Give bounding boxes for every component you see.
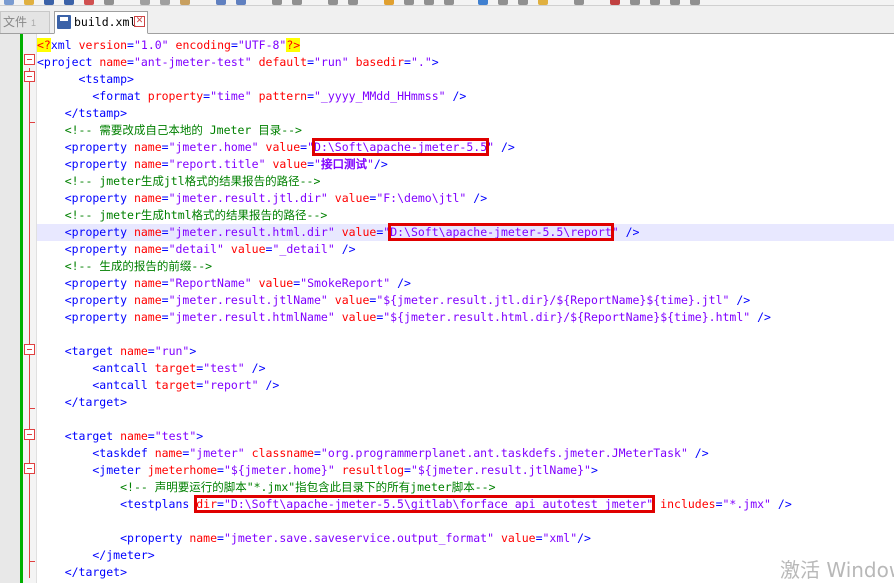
code-line[interactable]: <antcall target="test" />: [37, 360, 894, 377]
fold-toggle-icon[interactable]: [24, 429, 35, 440]
code-line[interactable]: <tstamp>: [37, 71, 894, 88]
code-line[interactable]: <taskdef name="jmeter" classname="org.pr…: [37, 445, 894, 462]
code-line[interactable]: <format property="time" pattern="_yyyy_M…: [37, 88, 894, 105]
indent-guide-icon[interactable]: [444, 0, 454, 5]
find-icon[interactable]: [272, 0, 282, 5]
code-line[interactable]: <property name="detail" value="_detail" …: [37, 241, 894, 258]
fold-toggle-icon[interactable]: [24, 71, 35, 82]
redo-icon[interactable]: [236, 0, 246, 5]
language-icon[interactable]: [478, 0, 488, 5]
play-macro-icon[interactable]: [650, 0, 660, 5]
code-line[interactable]: <jmeter jmeterhome="${jmeter.home}" resu…: [37, 462, 894, 479]
tab-file-label: 文件: [3, 15, 28, 29]
code-line[interactable]: <property name="jmeter.save.saveservice.…: [37, 530, 894, 547]
code-line[interactable]: <property name="report.title" value="接口测…: [37, 156, 894, 173]
fold-margin[interactable]: [23, 34, 37, 583]
code-line[interactable]: [37, 513, 894, 530]
undo-icon[interactable]: [216, 0, 226, 5]
close-file-icon[interactable]: [84, 0, 94, 5]
zoom-out-icon[interactable]: [348, 0, 358, 5]
stop-macro-icon[interactable]: [630, 0, 640, 5]
record-macro-icon[interactable]: [610, 0, 620, 5]
doc-map-icon[interactable]: [498, 0, 508, 5]
fold-toggle-icon[interactable]: [24, 344, 35, 355]
close-tab-icon[interactable]: ✕: [134, 16, 145, 27]
code-line[interactable]: <!-- jmeter生成jtl格式的结果报告的路径-->: [37, 173, 894, 190]
activate-windows-watermark: 激活 Windows: [780, 558, 894, 582]
file-saved-icon: [57, 15, 71, 29]
run-macro-multiple-icon[interactable]: [670, 0, 680, 5]
code-line[interactable]: <property name="jmeter.result.jtlName" v…: [37, 292, 894, 309]
code-line[interactable]: </target>: [37, 564, 894, 581]
code-line[interactable]: </target>: [37, 394, 894, 411]
code-line[interactable]: <testplans dir="D:\Soft\apache-jmeter-5.…: [37, 495, 894, 513]
code-line[interactable]: <project name="ant-jmeter-test" default=…: [37, 54, 894, 71]
tab-bar: 文件 1 build.xml ✕: [0, 6, 894, 34]
line-number-gutter: [0, 34, 20, 583]
code-line[interactable]: </tstamp>: [37, 105, 894, 122]
code-line[interactable]: [37, 326, 894, 343]
folder-workspace-icon[interactable]: [538, 0, 548, 5]
code-line[interactable]: <antcall target="report" />: [37, 377, 894, 394]
code-line[interactable]: <!-- 需要改成自己本地的 Jmeter 目录-->: [37, 122, 894, 139]
code-line[interactable]: <property name="jmeter.result.htmlName" …: [37, 309, 894, 326]
open-file-icon[interactable]: [24, 0, 34, 5]
print-icon[interactable]: [104, 0, 114, 5]
save-icon[interactable]: [44, 0, 54, 5]
save-all-icon[interactable]: [64, 0, 74, 5]
code-line[interactable]: <!-- 声明要运行的脚本"*.jmx"指包含此目录下的所有jmeter脚本--…: [37, 479, 894, 496]
code-line[interactable]: <!-- jmeter生成html格式的结果报告的路径-->: [37, 207, 894, 224]
code-line[interactable]: <target name="run">: [37, 343, 894, 360]
cut-icon[interactable]: [140, 0, 150, 5]
code-line[interactable]: <property name="ReportName" value="Smoke…: [37, 275, 894, 292]
code-line[interactable]: <property name="jmeter.result.html.dir" …: [37, 223, 894, 241]
new-file-icon[interactable]: [4, 0, 14, 5]
code-line[interactable]: <?xml version="1.0" encoding="UTF-8"?>: [37, 37, 894, 54]
show-all-chars-icon[interactable]: [424, 0, 434, 5]
paste-icon[interactable]: [180, 0, 190, 5]
sync-scroll-icon[interactable]: [384, 0, 394, 5]
fold-toggle-icon[interactable]: [24, 54, 35, 65]
code-line[interactable]: <target name="test">: [37, 428, 894, 445]
tab-build-xml[interactable]: build.xml ✕: [54, 11, 148, 34]
code-line[interactable]: <!-- 生成的报告的前缀-->: [37, 258, 894, 275]
fold-toggle-icon[interactable]: [24, 463, 35, 474]
tab-file-number: 1: [31, 18, 37, 28]
code-line[interactable]: [37, 411, 894, 428]
code-line[interactable]: </jmeter>: [37, 547, 894, 564]
function-list-icon[interactable]: [518, 0, 528, 5]
code-line[interactable]: <property name="jmeter.result.jtl.dir" v…: [37, 190, 894, 207]
replace-icon[interactable]: [292, 0, 302, 5]
word-wrap-icon[interactable]: [404, 0, 414, 5]
zoom-in-icon[interactable]: [328, 0, 338, 5]
monitoring-icon[interactable]: [574, 0, 584, 5]
copy-icon[interactable]: [160, 0, 170, 5]
tab-build-xml-label: build.xml: [74, 15, 137, 29]
code-line[interactable]: <property name="jmeter.home" value="D:\S…: [37, 138, 894, 156]
tab-file[interactable]: 文件 1: [0, 11, 50, 33]
save-macro-icon[interactable]: [690, 0, 700, 5]
code-editor[interactable]: <?xml version="1.0" encoding="UTF-8"?> <p…: [0, 34, 894, 583]
